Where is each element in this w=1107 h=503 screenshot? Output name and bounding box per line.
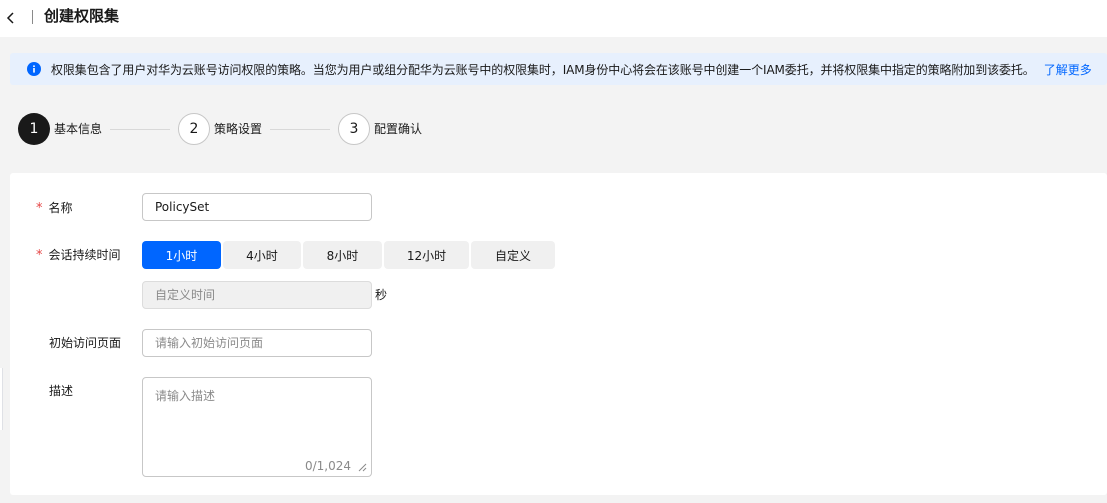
name-input[interactable]	[142, 193, 372, 221]
custom-duration-input	[142, 281, 372, 309]
duration-option-8h[interactable]: 8小时	[303, 241, 382, 269]
step-1-circle: 1	[18, 113, 50, 145]
step-1-label: 基本信息	[54, 122, 103, 136]
step-2-label: 策略设置	[214, 122, 263, 136]
chevron-left-icon	[6, 12, 14, 24]
description-label: 描述	[49, 384, 74, 398]
resize-handle-icon[interactable]	[358, 463, 367, 472]
duration-option-4h[interactable]: 4小时	[223, 241, 301, 269]
required-mark: *	[36, 201, 43, 216]
step-indicator: 1 基本信息 2 策略设置 3 配置确认	[18, 113, 468, 145]
step-2-circle: 2	[178, 113, 210, 145]
step-connector	[110, 129, 170, 130]
page-title: 创建权限集	[44, 7, 120, 25]
banner-text: 权限集包含了用户对华为云账号访问权限的策略。当您为用户或组分配华为云账号中的权限…	[51, 62, 1035, 77]
duration-unit: 秒	[375, 288, 388, 302]
step-3-label: 配置确认	[374, 122, 423, 136]
start-page-input[interactable]	[142, 329, 372, 357]
start-page-label: 初始访问页面	[49, 336, 122, 350]
duration-option-custom[interactable]: 自定义	[471, 241, 555, 269]
step-connector	[270, 129, 330, 130]
info-banner: 权限集包含了用户对华为云账号访问权限的策略。当您为用户或组分配华为云账号中的权限…	[10, 53, 1107, 85]
header-divider	[32, 10, 33, 24]
duration-option-1h[interactable]: 1小时	[142, 241, 221, 269]
info-icon	[27, 62, 41, 76]
side-panel-edge	[0, 368, 3, 430]
page-header: 创建权限集	[0, 0, 1107, 37]
char-counter: 0/1,024	[304, 459, 351, 473]
duration-option-12h[interactable]: 12小时	[384, 241, 469, 269]
step-3-circle: 3	[338, 113, 370, 145]
required-mark: *	[36, 248, 43, 263]
learn-more-link[interactable]: 了解更多	[1044, 61, 1092, 78]
description-field: 0/1,024	[142, 377, 372, 477]
name-label: * 名称	[36, 201, 73, 216]
session-duration-label: * 会话持续时间	[36, 248, 121, 263]
back-button[interactable]	[2, 8, 20, 28]
